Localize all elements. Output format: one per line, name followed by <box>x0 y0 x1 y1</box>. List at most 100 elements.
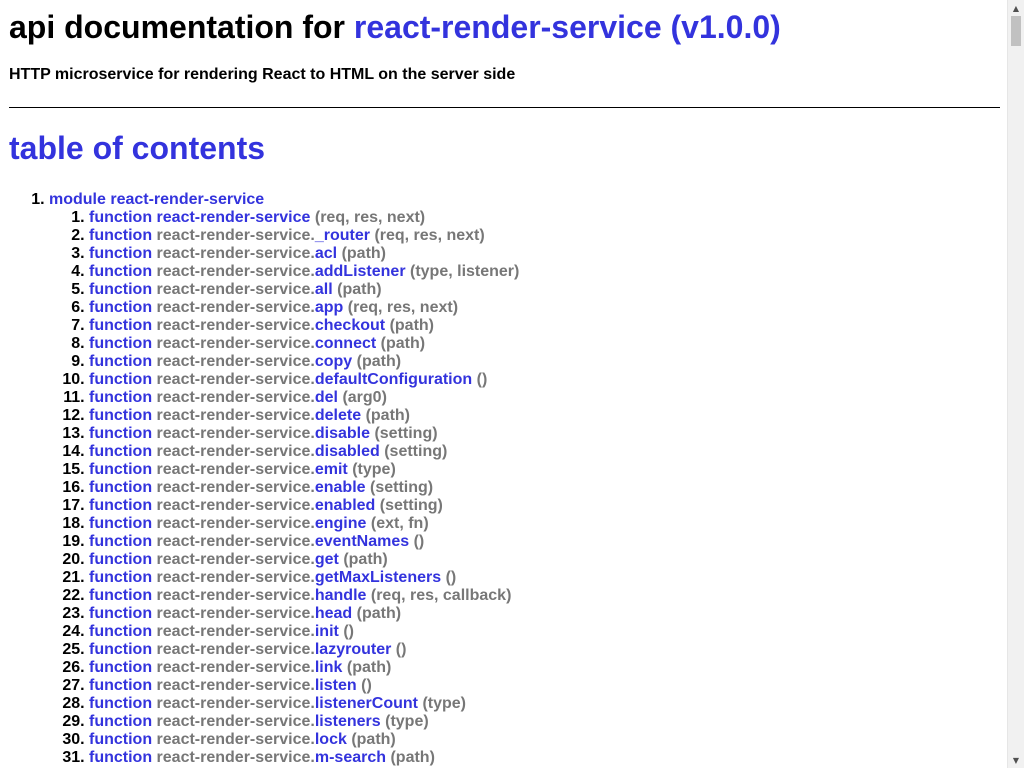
toc-function-item: function react-render-service.lock (path… <box>89 731 1000 749</box>
toc-function-item: function react-render-service.init () <box>89 623 1000 641</box>
function-args: () <box>361 677 372 694</box>
module-link[interactable]: module react-render-service <box>49 191 264 208</box>
function-link[interactable]: function react-render-service.listen () <box>89 677 372 694</box>
function-keyword: function <box>89 281 153 298</box>
function-name: get <box>314 551 339 568</box>
function-keyword: function <box>89 731 153 748</box>
function-name: emit <box>314 461 348 478</box>
function-link[interactable]: function react-render-service.addListene… <box>89 263 519 280</box>
function-name: all <box>314 281 333 298</box>
function-keyword: function <box>89 515 153 532</box>
function-keyword: function <box>89 497 153 514</box>
function-link[interactable]: function react-render-service.enable (se… <box>89 479 433 496</box>
function-keyword: function <box>89 479 153 496</box>
toc-function-item: function react-render-service.enable (se… <box>89 479 1000 497</box>
function-name: app <box>314 299 344 316</box>
toc-function-item: function react-render-service.listen () <box>89 677 1000 695</box>
toc-function-item: function react-render-service.emit (type… <box>89 461 1000 479</box>
function-keyword: function <box>89 623 153 640</box>
function-keyword: function <box>89 569 153 586</box>
function-name: connect <box>314 335 377 352</box>
scroll-thumb[interactable] <box>1011 16 1021 46</box>
function-name: disabled <box>314 443 380 460</box>
function-link[interactable]: function react-render-service.copy (path… <box>89 353 401 370</box>
function-args: (type) <box>352 461 396 478</box>
function-keyword: function <box>89 353 153 370</box>
toc-function-item: function react-render-service.lazyrouter… <box>89 641 1000 659</box>
function-keyword: function <box>89 371 153 388</box>
page-title-prefix: api documentation for <box>9 9 345 45</box>
function-namespace: react-render-service. <box>156 461 315 478</box>
function-name: engine <box>314 515 367 532</box>
function-link[interactable]: function react-render-service.lock (path… <box>89 731 396 748</box>
function-link[interactable]: function react-render-service.enabled (s… <box>89 497 443 514</box>
function-link[interactable]: function react-render-service.head (path… <box>89 605 401 622</box>
function-link[interactable]: function react-render-service.listeners … <box>89 713 429 730</box>
function-link[interactable]: function react-render-service.all (path) <box>89 281 382 298</box>
scroll-up-arrow-icon[interactable]: ▲ <box>1008 0 1024 16</box>
toc-function-item: function react-render-service.get (path) <box>89 551 1000 569</box>
function-keyword: function <box>89 227 153 244</box>
function-link[interactable]: function react-render-service (req, res,… <box>89 209 425 226</box>
function-namespace: react-render-service. <box>156 677 315 694</box>
function-link[interactable]: function react-render-service.m-search (… <box>89 749 435 766</box>
function-link[interactable]: function react-render-service.get (path) <box>89 551 388 568</box>
function-link[interactable]: function react-render-service.disable (s… <box>89 425 438 442</box>
function-args: (req, res, next) <box>314 209 426 226</box>
function-name: lock <box>314 731 347 748</box>
function-link[interactable]: function react-render-service.listenerCo… <box>89 695 466 712</box>
function-link[interactable]: function react-render-service.engine (ex… <box>89 515 429 532</box>
function-args: (path) <box>343 551 388 568</box>
function-namespace: react-render-service. <box>156 551 315 568</box>
function-keyword: function <box>89 461 153 478</box>
toc-function-item: function react-render-service.handle (re… <box>89 587 1000 605</box>
function-name: link <box>314 659 343 676</box>
function-args: (setting) <box>384 443 448 460</box>
function-namespace: react-render-service. <box>156 353 315 370</box>
function-link[interactable]: function react-render-service.delete (pa… <box>89 407 410 424</box>
toc-function-item: function react-render-service (req, res,… <box>89 209 1000 227</box>
function-link[interactable]: function react-render-service.del (arg0) <box>89 389 387 406</box>
function-link[interactable]: function react-render-service.link (path… <box>89 659 391 676</box>
function-namespace: react-render-service. <box>156 389 315 406</box>
function-link[interactable]: function react-render-service.emit (type… <box>89 461 396 478</box>
function-link[interactable]: function react-render-service.checkout (… <box>89 317 434 334</box>
toc-function-item: function react-render-service.copy (path… <box>89 353 1000 371</box>
function-args: (arg0) <box>342 389 387 406</box>
function-name: acl <box>314 245 338 262</box>
function-namespace: react-render-service. <box>156 479 315 496</box>
package-link[interactable]: react-render-service (v1.0.0) <box>354 9 781 45</box>
toc-function-item: function react-render-service.head (path… <box>89 605 1000 623</box>
function-args: (path) <box>390 749 435 766</box>
function-name: disable <box>314 425 370 442</box>
function-args: () <box>476 371 488 388</box>
toc-function-item: function react-render-service.link (path… <box>89 659 1000 677</box>
function-link[interactable]: function react-render-service._router (r… <box>89 227 485 244</box>
vertical-scrollbar[interactable]: ▲ ▼ <box>1007 0 1024 768</box>
function-name: init <box>314 623 339 640</box>
function-link[interactable]: function react-render-service.connect (p… <box>89 335 425 352</box>
function-link[interactable]: function react-render-service.defaultCon… <box>89 371 487 388</box>
function-link[interactable]: function react-render-service.getMaxList… <box>89 569 456 586</box>
function-namespace: react-render-service. <box>156 749 315 766</box>
function-name: checkout <box>314 317 386 334</box>
toc-function-item: function react-render-service.checkout (… <box>89 317 1000 335</box>
function-link[interactable]: function react-render-service.acl (path) <box>89 245 386 262</box>
function-link[interactable]: function react-render-service.app (req, … <box>89 299 458 316</box>
function-name: head <box>314 605 353 622</box>
function-link[interactable]: function react-render-service.handle (re… <box>89 587 511 604</box>
toc-function-item: function react-render-service.all (path) <box>89 281 1000 299</box>
function-namespace: react-render-service. <box>156 713 315 730</box>
toc-heading: table of contents <box>9 130 266 166</box>
function-link[interactable]: function react-render-service.eventNames… <box>89 533 424 550</box>
function-link[interactable]: function react-render-service.init () <box>89 623 354 640</box>
function-namespace: react-render-service. <box>156 263 315 280</box>
function-link[interactable]: function react-render-service.lazyrouter… <box>89 641 406 658</box>
function-keyword: function <box>89 713 153 730</box>
function-link[interactable]: function react-render-service.disabled (… <box>89 443 447 460</box>
function-namespace: react-render-service. <box>156 317 315 334</box>
function-args: () <box>343 623 354 640</box>
toc-function-item: function react-render-service.del (arg0) <box>89 389 1000 407</box>
function-namespace: react-render-service. <box>156 335 315 352</box>
scroll-down-arrow-icon[interactable]: ▼ <box>1008 752 1024 768</box>
